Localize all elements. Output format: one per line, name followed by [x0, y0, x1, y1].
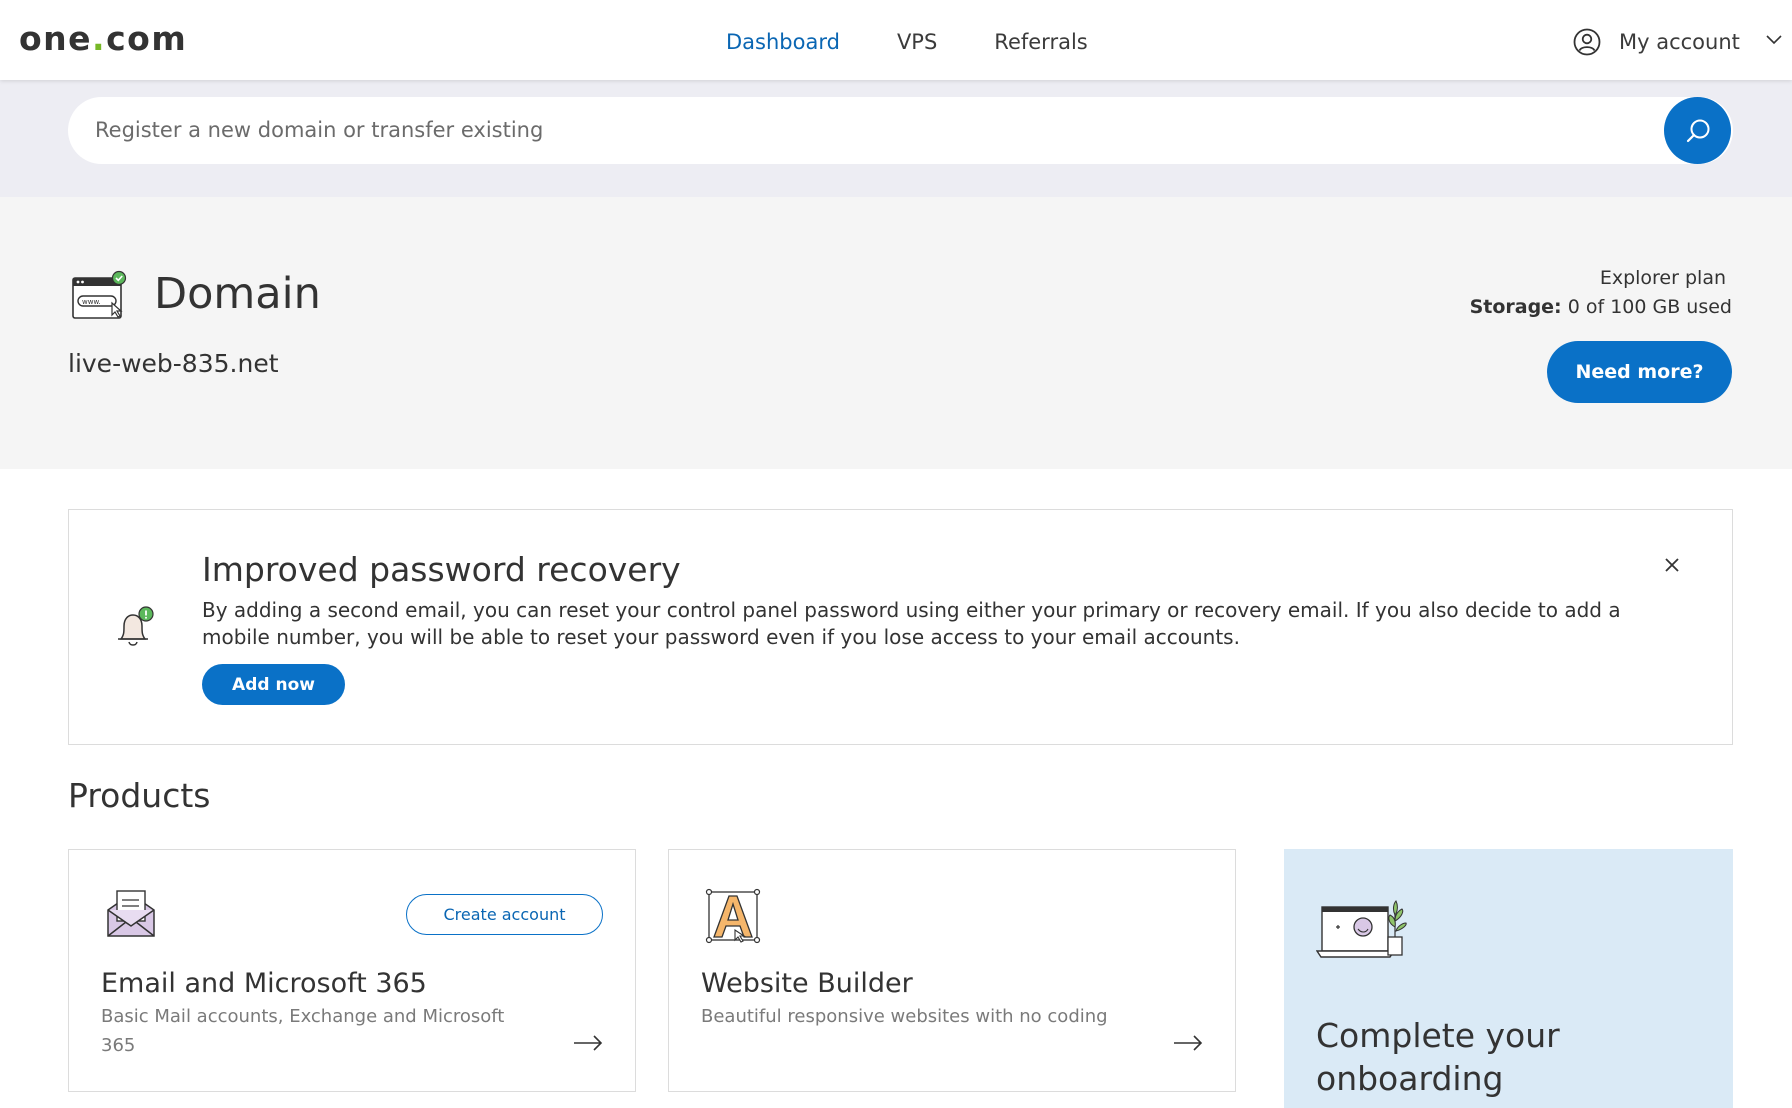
- nav-vps[interactable]: VPS: [897, 30, 937, 54]
- user-circle-icon: [1573, 28, 1601, 56]
- domain-search-input[interactable]: [95, 112, 1635, 148]
- domain-search-section: [0, 80, 1792, 197]
- product-description: Beautiful responsive websites with no co…: [701, 1006, 1108, 1027]
- products-heading: Products: [68, 776, 211, 815]
- need-more-button[interactable]: Need more?: [1547, 341, 1732, 403]
- domain-search-box: [68, 97, 1733, 164]
- top-navigation-bar: one.com Dashboard VPS Referrals My accou…: [0, 0, 1792, 80]
- domain-name: live-web-835.net: [68, 349, 279, 378]
- envelope-icon: [107, 890, 155, 937]
- domain-heading: Domain: [154, 269, 321, 319]
- product-title: Email and Microsoft 365: [101, 968, 427, 999]
- storage-label: Storage:: [1469, 296, 1562, 318]
- search-icon: [1686, 119, 1709, 142]
- my-account-label: My account: [1619, 30, 1740, 54]
- logo-text-com: com: [106, 19, 188, 58]
- onboarding-title: Complete your onboarding: [1316, 1016, 1560, 1098]
- arrow-right-icon[interactable]: [573, 1035, 603, 1051]
- logo-text-one: one: [19, 19, 93, 58]
- nav-dashboard[interactable]: Dashboard: [726, 30, 840, 54]
- notice-body: By adding a second email, you can reset …: [202, 598, 1621, 649]
- create-account-button[interactable]: Create account: [406, 894, 603, 935]
- onboarding-card[interactable]: Complete your onboarding: [1284, 849, 1733, 1108]
- storage-usage: Storage: 0 of 100 GB used: [1470, 296, 1732, 318]
- product-card-website-builder[interactable]: Website Builder Beautiful responsive web…: [668, 849, 1236, 1092]
- search-button[interactable]: [1664, 97, 1731, 164]
- product-description: Basic Mail accounts, Exchange and Micros…: [101, 1006, 505, 1056]
- letter-a-icon: [705, 888, 761, 944]
- nav-referrals[interactable]: Referrals: [994, 30, 1087, 54]
- main-nav: Dashboard VPS Referrals: [726, 30, 1145, 54]
- my-account-menu[interactable]: My account: [1573, 28, 1782, 56]
- domain-browser-icon: www.: [72, 270, 127, 319]
- arrow-right-icon[interactable]: [1173, 1035, 1203, 1051]
- bell-icon: [118, 606, 154, 646]
- storage-value: 0 of 100 GB used: [1567, 296, 1732, 318]
- product-card-email[interactable]: Create account Email and Microsoft 365 B…: [68, 849, 636, 1092]
- domain-overview: www. Domain live-web-835.net Explorer pl…: [0, 197, 1792, 469]
- chevron-down-icon: [1766, 35, 1782, 45]
- plan-name: Explorer plan: [1599, 267, 1726, 289]
- onecom-logo[interactable]: one.com: [19, 19, 187, 58]
- laptop-plant-icon: [1316, 900, 1407, 958]
- logo-dot: .: [92, 19, 107, 58]
- close-icon[interactable]: [1660, 553, 1684, 577]
- add-now-button[interactable]: Add now: [202, 664, 345, 705]
- password-recovery-notice: Improved password recovery By adding a s…: [68, 509, 1733, 745]
- product-title: Website Builder: [701, 968, 913, 999]
- notice-title: Improved password recovery: [202, 550, 681, 589]
- svg-text:www.: www.: [82, 298, 101, 306]
